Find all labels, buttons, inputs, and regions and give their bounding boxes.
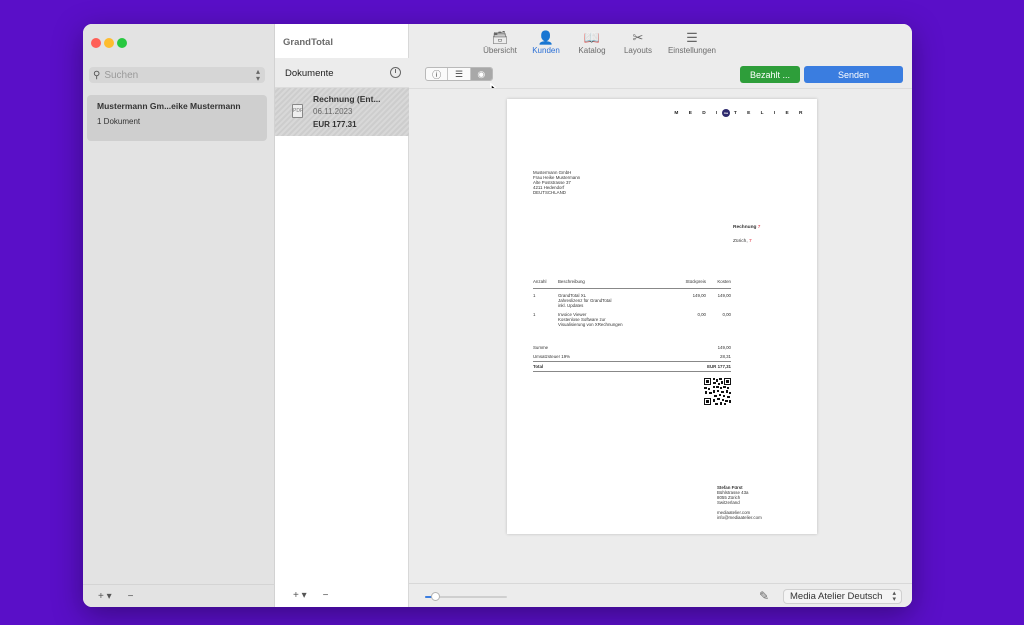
invoice-items-table: Anzahl Beschreibung Stückpreis Kosten 1 … [533,279,731,328]
history-clock-icon[interactable] [390,67,401,78]
vat-row: Umsatzsteuer 19% 28,31 [533,354,731,359]
tab-kunden[interactable]: 👤 Kunden [523,30,569,60]
document-date: 06.11.2023 [313,107,353,116]
pencil-edit-icon[interactable]: ✎ [759,589,769,603]
mark-paid-button[interactable]: Bezahlt ... [740,66,800,83]
document-title: Rechnung (Ent... [313,94,381,104]
invoice-totals: Summe 149,00 Umsatzsteuer 19% 28,31 Tota… [533,343,731,372]
document-list-header: Dokumente [275,58,409,88]
tab-layouts[interactable]: ✂ Layouts [615,30,661,60]
invoice-number: 7 [757,225,761,230]
tab-label: Layouts [623,46,653,55]
tab-label: Übersicht [483,46,517,55]
document-list-item[interactable]: PDF Rechnung (Ent... 06.11.2023 EUR 177.… [275,88,409,136]
invoice-type-label: Rechnung 7 [733,225,761,230]
document-list: GrandTotal Dokumente PDF Rechnung (Ent..… [275,24,409,607]
invoice-page: M E D I ma T E L I E R Mustermann GmbH F… [507,99,817,534]
view-mode-segmented-control[interactable]: ⓘ ☰ ◉ [425,67,493,81]
toolbar-tabs: 🗃 Übersicht 👤 Kunden 📖 Katalog ✂ Layouts… [477,30,723,60]
main-area: 🗃 Übersicht 👤 Kunden 📖 Katalog ✂ Layouts… [409,24,912,607]
zoom-window-button[interactable] [117,38,127,48]
scissors-icon: ✂ [632,30,644,45]
language-layout-value: Media Atelier Deutsch [790,591,883,602]
qr-code-icon [703,377,732,406]
send-button[interactable]: Senden [804,66,903,83]
tab-katalog[interactable]: 📖 Katalog [569,30,615,60]
app-window: ⚲ Suchen ▴ ▾ Mustermann Gm...eike Musterm… [83,24,912,607]
remove-document-button[interactable]: − [323,590,329,601]
close-window-button[interactable] [91,38,101,48]
app-title: GrandTotal [283,37,333,48]
info-view-icon[interactable]: ⓘ [426,68,449,80]
minimize-window-button[interactable] [104,38,114,48]
search-input[interactable]: ⚲ Suchen ▴ ▾ [89,67,265,83]
sidebar-footer: + ▾ − [83,584,275,607]
totals-divider [533,371,731,372]
sidebar: ⚲ Suchen ▴ ▾ Mustermann Gm...eike Musterm… [83,24,275,607]
tab-label: Einstellungen [667,46,717,55]
table-header: Anzahl Beschreibung Stückpreis Kosten [533,279,731,289]
tab-label: Katalog [578,46,606,55]
document-list-title: Dokumente [285,68,334,79]
table-row: 1 GrandTotal XL Jahreslizenz für GrandTo… [533,293,731,308]
sliders-icon: ☰ [686,30,698,45]
zoom-slider[interactable] [425,592,507,601]
document-amount: EUR 177.31 [313,120,357,129]
company-logo: M E D I ma T E L I E R [674,109,807,117]
invoice-preview-area: M E D I ma T E L I E R Mustermann GmbH F… [409,89,912,583]
document-list-footer: + ▾ − [275,584,409,607]
remove-customer-button[interactable]: − [128,591,134,602]
search-icon: ⚲ [93,69,101,81]
sum-row: Summe 149,00 [533,345,731,350]
tab-uebersicht[interactable]: 🗃 Übersicht [477,30,523,60]
customer-name: Mustermann Gm...eike Mustermann [97,101,241,111]
add-customer-button[interactable]: + ▾ [98,591,112,602]
zoom-slider-knob[interactable] [430,592,440,601]
pdf-file-icon: PDF [292,104,303,118]
language-layout-select[interactable]: Media Atelier Deutsch ▴ ▾ [783,589,902,604]
add-document-button[interactable]: + ▾ [293,590,307,601]
customer-document-count: 1 Dokument [97,117,141,126]
search-placeholder: Suchen [104,69,139,81]
chevron-updown-icon: ▴ ▾ [892,590,896,603]
list-view-icon[interactable]: ☰ [448,68,471,80]
preview-bottom-bar: ✎ Media Atelier Deutsch ▴ ▾ [409,583,912,607]
book-icon: 📖 [583,30,601,45]
customer-list-item[interactable]: Mustermann Gm...eike Mustermann 1 Dokume… [87,95,267,141]
person-icon: 👤 [537,30,555,45]
total-row: Total EUR 177,31 [533,364,731,369]
invoice-place-date: Zürich, 7 [733,239,752,244]
sender-address: Stefan Fürst Bühlstrasse 43a 8055 Zürich… [717,485,762,520]
table-row: 1 Invoice Viewer Kostenlose Software zur… [533,312,731,327]
logo-mark: ma [721,109,730,117]
tab-label: Kunden [532,46,560,55]
tray-icon: 🗃 [491,30,509,45]
preview-eye-icon[interactable]: ◉ [470,68,492,80]
tab-einstellungen[interactable]: ☰ Einstellungen [661,30,723,60]
search-options-icon[interactable]: ▴ ▾ [256,68,260,83]
recipient-address: Mustermann GmbH Frau Heike Mustermann Al… [533,170,581,195]
